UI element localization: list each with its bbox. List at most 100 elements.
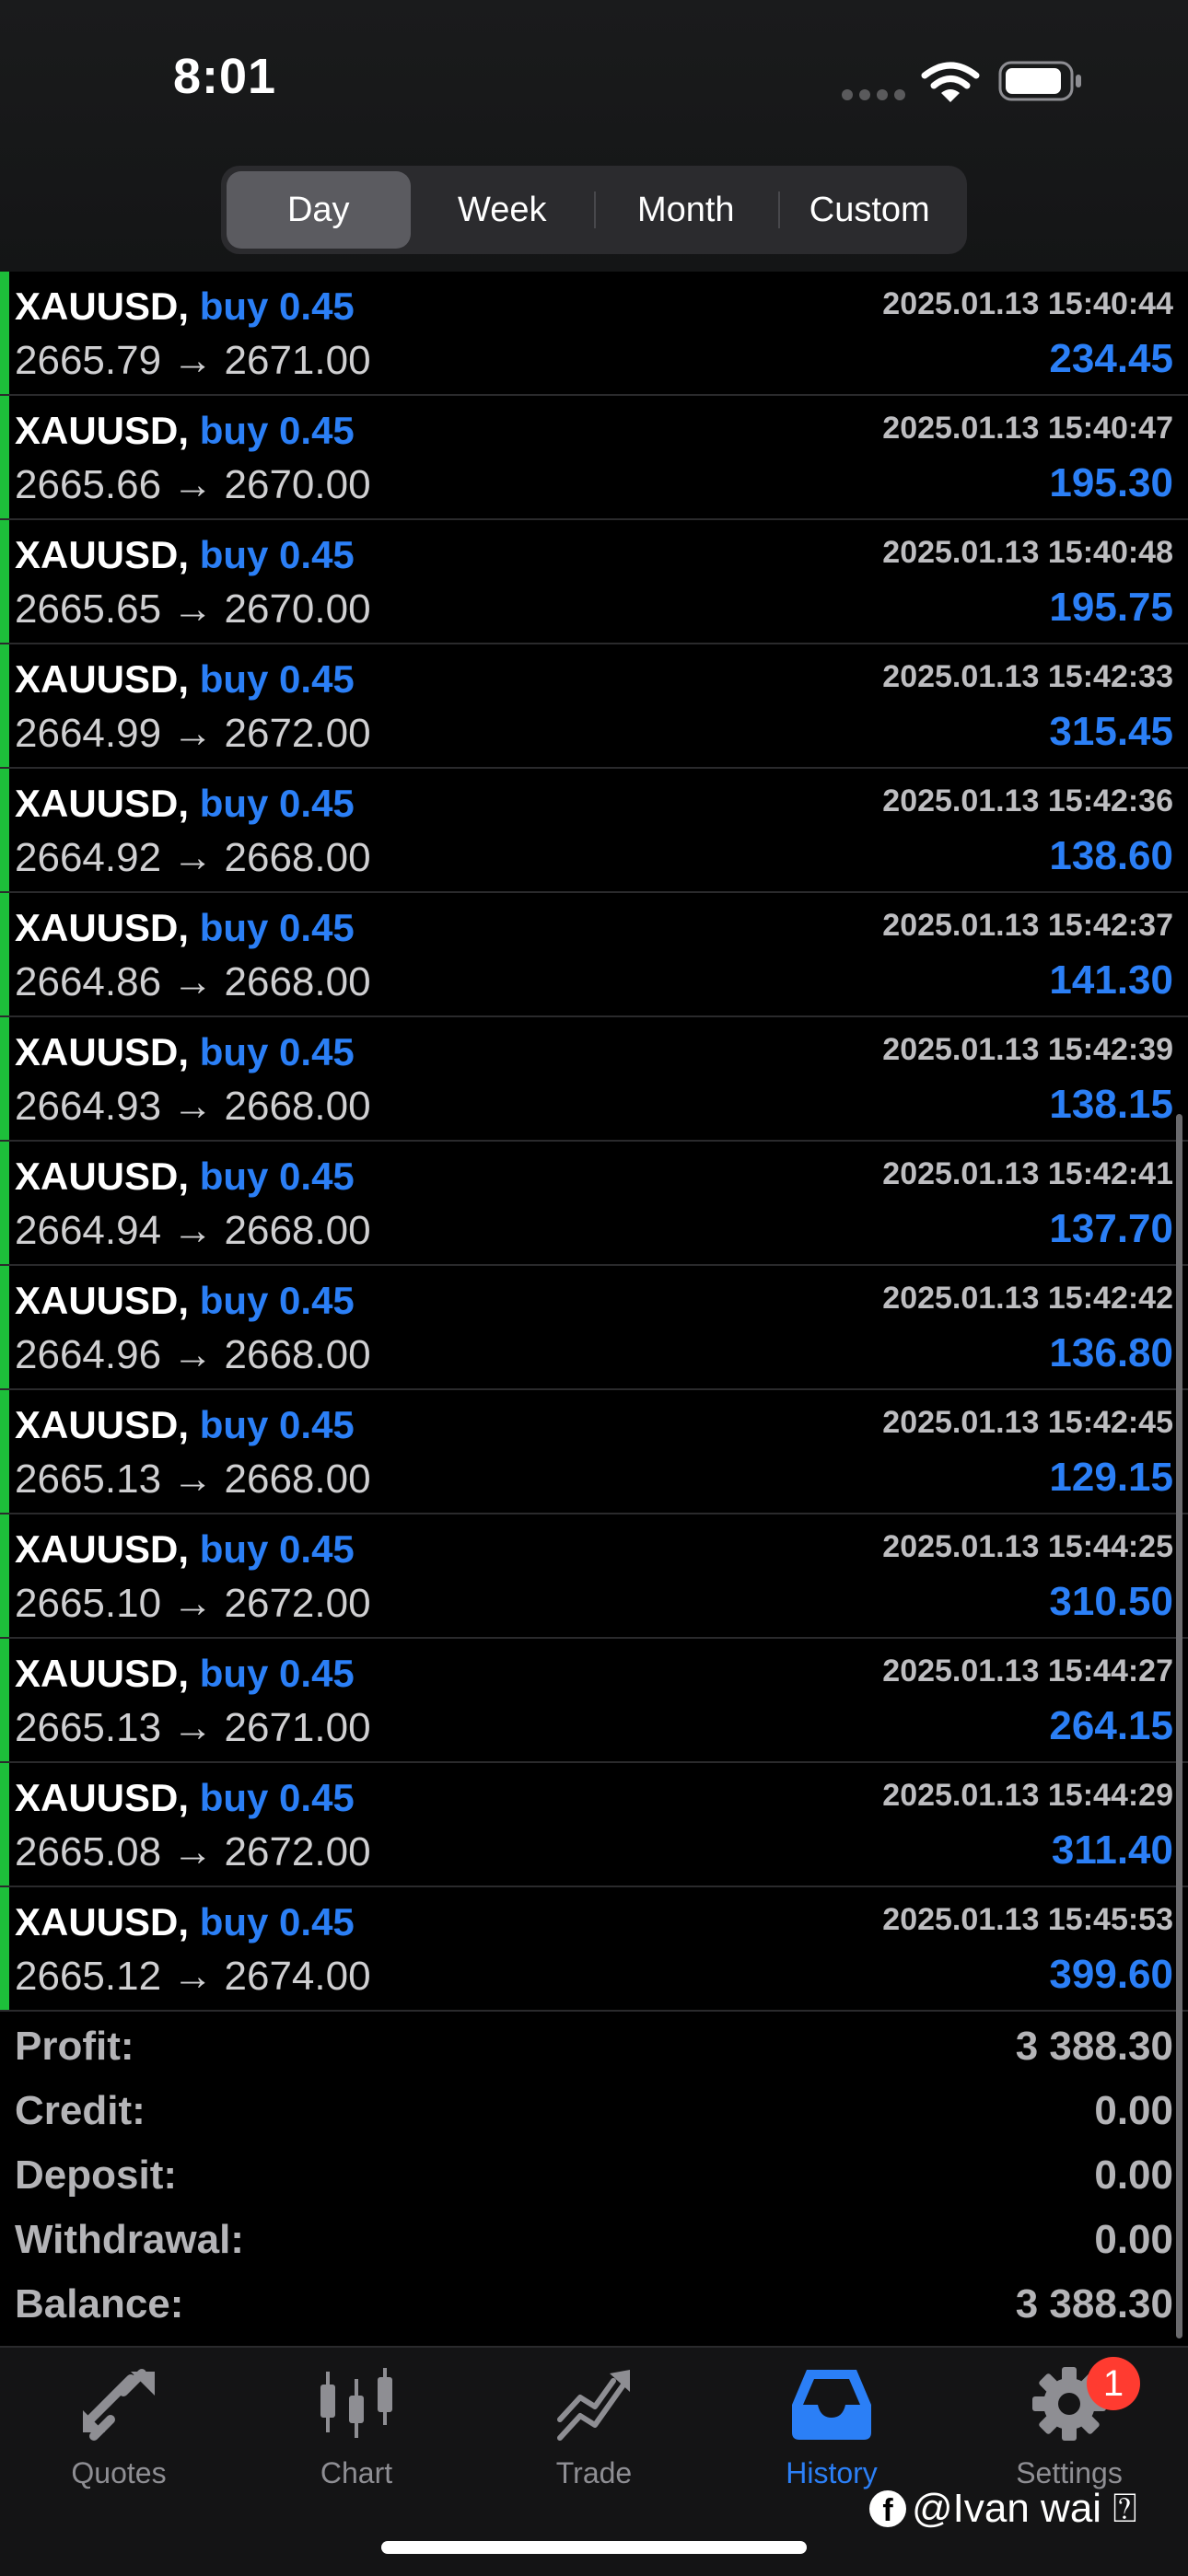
deal-profit: 136.80: [1049, 1330, 1173, 1375]
deal-prices: 2665.66 → 2670.00: [15, 462, 371, 507]
buy-indicator-stripe: [0, 769, 9, 891]
deal-profit: 141.30: [1049, 957, 1173, 1003]
summary-line: Deposit: 0.00: [0, 2145, 1188, 2206]
buy-indicator-stripe: [0, 893, 9, 1015]
deal-profit: 315.45: [1049, 709, 1173, 754]
deal-profit: 137.70: [1049, 1206, 1173, 1251]
deal-row[interactable]: XAUUSD, buy 0.45 2665.08 → 2672.00 2025.01…: [0, 1763, 1188, 1887]
deal-row[interactable]: XAUUSD, buy 0.45 2664.92 → 2668.00 2025.01…: [0, 769, 1188, 893]
deal-row[interactable]: XAUUSD, buy 0.45 2665.65 → 2670.00 2025.01…: [0, 520, 1188, 644]
settings-notification-badge: 1: [1087, 2357, 1140, 2410]
summary-panel: Profit: 3 388.30 Credit: 0.00 Deposit: 0.00 Wi…: [0, 2016, 1188, 2343]
buy-indicator-stripe: [0, 520, 9, 643]
summary-line: Balance: 3 388.30: [0, 2274, 1188, 2335]
deal-side-volume: buy 0.45: [199, 284, 355, 328]
trade-trend-icon: [557, 2370, 630, 2441]
tab-month[interactable]: Month: [594, 171, 778, 249]
summary-label: Balance:: [15, 2281, 184, 2327]
deal-symbol: XAUUSD,: [15, 284, 190, 328]
scrollbar[interactable]: [1176, 1114, 1182, 2338]
deal-symbol-line: XAUUSD, buy 0.45: [15, 1900, 355, 1944]
deal-row[interactable]: XAUUSD, buy 0.45 2664.99 → 2672.00 2025.01…: [0, 644, 1188, 769]
deal-side-volume: buy 0.45: [199, 657, 355, 701]
deal-symbol-line: XAUUSD, buy 0.45: [15, 657, 355, 702]
deal-side-volume: buy 0.45: [199, 1030, 355, 1073]
deal-profit: 195.30: [1049, 460, 1173, 505]
deal-symbol-line: XAUUSD, buy 0.45: [15, 533, 355, 577]
deal-symbol-line: XAUUSD, buy 0.45: [15, 409, 355, 453]
deal-side-volume: buy 0.45: [199, 782, 355, 825]
tab-trade[interactable]: Trade: [475, 2364, 713, 2493]
quotes-arrows-icon: [83, 2369, 155, 2441]
deal-side-volume: buy 0.45: [199, 906, 355, 949]
buy-indicator-stripe: [0, 1390, 9, 1513]
deal-time: 2025.01.13 15:42:42: [882, 1281, 1173, 1316]
deal-time: 2025.01.13 15:42:36: [882, 783, 1173, 818]
tab-custom[interactable]: Custom: [777, 171, 962, 249]
history-inbox-icon: [792, 2370, 871, 2440]
deal-profit: 138.15: [1049, 1082, 1173, 1127]
deal-profit: 310.50: [1049, 1579, 1173, 1624]
tab-quotes[interactable]: Quotes: [0, 2364, 238, 2493]
deal-time: 2025.01.13 15:40:44: [882, 286, 1173, 321]
deal-time: 2025.01.13 15:42:37: [882, 908, 1173, 943]
deal-row[interactable]: XAUUSD, buy 0.45 2665.79 → 2671.00 2025.01…: [0, 272, 1188, 396]
deal-prices: 2664.94 → 2668.00: [15, 1208, 371, 1253]
deal-time: 2025.01.13 15:42:45: [882, 1405, 1173, 1440]
header: 8:01 Day Week Month Custom: [0, 0, 1188, 272]
deal-side-volume: buy 0.45: [199, 1527, 355, 1571]
deal-row[interactable]: XAUUSD, buy 0.45 2664.86 → 2668.00 2025.01…: [0, 893, 1188, 1017]
deal-symbol: XAUUSD,: [15, 1900, 190, 1944]
deal-prices: 2665.13 → 2671.00: [15, 1705, 371, 1750]
tab-day[interactable]: Day: [227, 171, 411, 249]
deal-side-volume: buy 0.45: [199, 1403, 355, 1446]
deal-row[interactable]: XAUUSD, buy 0.45 2664.96 → 2668.00 2025.01…: [0, 1266, 1188, 1390]
tab-chart[interactable]: Chart: [238, 2364, 475, 2493]
deal-time: 2025.01.13 15:40:47: [882, 411, 1173, 446]
deal-row[interactable]: XAUUSD, buy 0.45 2665.13 → 2671.00 2025.01…: [0, 1639, 1188, 1763]
deal-symbol-line: XAUUSD, buy 0.45: [15, 1279, 355, 1323]
buy-indicator-stripe: [0, 644, 9, 767]
deal-profit: 399.60: [1049, 1952, 1173, 1997]
deal-symbol-line: XAUUSD, buy 0.45: [15, 1776, 355, 1820]
buy-indicator-stripe: [0, 1514, 9, 1637]
deal-row[interactable]: XAUUSD, buy 0.45 2665.10 → 2672.00 2025.01…: [0, 1514, 1188, 1639]
deal-symbol: XAUUSD,: [15, 782, 190, 825]
deal-prices: 2664.99 → 2672.00: [15, 711, 371, 756]
deal-time: 2025.01.13 15:42:41: [882, 1156, 1173, 1191]
deal-side-volume: buy 0.45: [199, 1900, 355, 1944]
summary-line: Withdrawal: 0.00: [0, 2210, 1188, 2270]
deal-time: 2025.01.13 15:40:48: [882, 535, 1173, 570]
tab-history[interactable]: History: [713, 2364, 950, 2493]
deal-row[interactable]: XAUUSD, buy 0.45 2664.94 → 2668.00 2025.01…: [0, 1142, 1188, 1266]
deal-row[interactable]: XAUUSD, buy 0.45 2665.13 → 2668.00 2025.01…: [0, 1390, 1188, 1514]
deal-prices: 2664.93 → 2668.00: [15, 1084, 371, 1129]
summary-label: Deposit:: [15, 2152, 177, 2198]
deal-symbol: XAUUSD,: [15, 906, 190, 949]
wifi-icon: [921, 62, 980, 102]
deal-symbol: XAUUSD,: [15, 533, 190, 576]
home-indicator[interactable]: [381, 2541, 807, 2554]
deal-symbol-line: XAUUSD, buy 0.45: [15, 1155, 355, 1199]
buy-indicator-stripe: [0, 1266, 9, 1388]
deal-symbol: XAUUSD,: [15, 1652, 190, 1695]
deal-symbol: XAUUSD,: [15, 1279, 190, 1322]
buy-indicator-stripe: [0, 1887, 9, 2010]
deal-side-volume: buy 0.45: [199, 533, 355, 576]
tab-chart-label: Chart: [320, 2456, 393, 2489]
deal-prices: 2664.92 → 2668.00: [15, 835, 371, 880]
tab-settings[interactable]: Settings: [950, 2364, 1188, 2493]
deal-time: 2025.01.13 15:42:33: [882, 659, 1173, 694]
tab-week[interactable]: Week: [411, 171, 595, 249]
summary-value: 0.00: [1094, 2217, 1173, 2262]
deal-profit: 234.45: [1049, 336, 1173, 381]
deal-prices: 2665.13 → 2668.00: [15, 1456, 371, 1502]
deal-profit: 138.60: [1049, 833, 1173, 878]
deal-prices: 2664.86 → 2668.00: [15, 959, 371, 1004]
deal-row[interactable]: XAUUSD, buy 0.45 2665.12 → 2674.00 2025.01…: [0, 1887, 1188, 2012]
summary-label: Profit:: [15, 2024, 134, 2069]
buy-indicator-stripe: [0, 272, 9, 394]
deal-row[interactable]: XAUUSD, buy 0.45 2664.93 → 2668.00 2025.01…: [0, 1017, 1188, 1142]
deal-prices: 2665.79 → 2671.00: [15, 338, 371, 383]
deal-row[interactable]: XAUUSD, buy 0.45 2665.66 → 2670.00 2025.01…: [0, 396, 1188, 520]
